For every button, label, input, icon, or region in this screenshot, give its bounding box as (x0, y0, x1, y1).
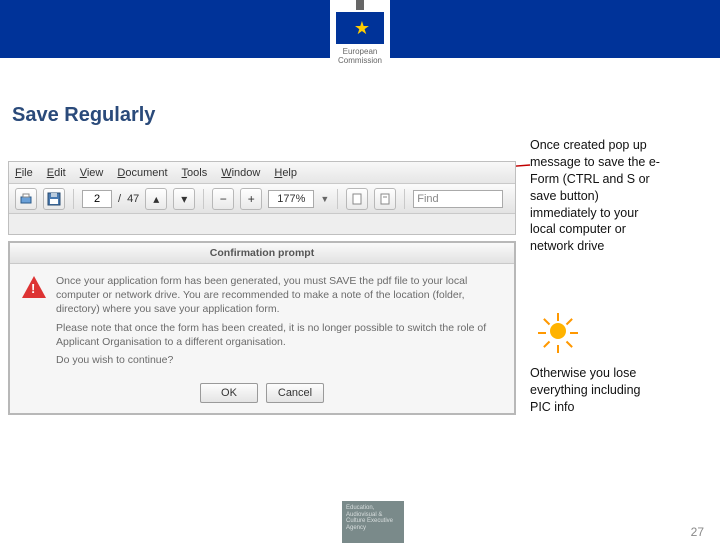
zoom-out-button[interactable]: − (212, 188, 234, 210)
zoom-field[interactable]: 177% (268, 190, 314, 208)
page-total: 47 (127, 193, 139, 205)
viewer-body (9, 214, 515, 234)
ok-button[interactable]: OK (200, 383, 258, 403)
dialog-body: Once your application form has been gene… (10, 264, 514, 377)
eu-flag-icon: ★ (336, 12, 384, 44)
warning-icon (22, 276, 46, 298)
tool-button-b[interactable] (374, 188, 396, 210)
page-title: Save Regularly (0, 90, 720, 133)
menubar: File Edit View Document Tools Window Hel… (9, 162, 515, 184)
page-sep: / (118, 193, 121, 205)
save-button[interactable] (43, 188, 65, 210)
menu-edit[interactable]: Edit (47, 167, 66, 179)
banner: ★ European Commission (0, 0, 720, 90)
dialog-buttons: OK Cancel (10, 377, 514, 413)
flag-top-bar (356, 0, 364, 10)
toolbar-separator (404, 189, 405, 209)
idea-icon (538, 313, 578, 353)
menu-tools[interactable]: Tools (182, 167, 208, 179)
print-button[interactable] (15, 188, 37, 210)
zoom-dropdown-icon[interactable]: ▼ (320, 194, 329, 204)
toolbar-separator (203, 189, 204, 209)
dialog-line1: Once your application form has been gene… (56, 274, 502, 317)
arrow-up-icon: ▴ (153, 192, 159, 206)
toolbar-separator (73, 189, 74, 209)
ec-label-line2: Commission (338, 56, 382, 65)
menu-view[interactable]: View (80, 167, 104, 179)
cancel-button[interactable]: Cancel (266, 383, 324, 403)
prev-page-button[interactable]: ▴ (145, 188, 167, 210)
page-number: 27 (691, 525, 704, 539)
page-icon (351, 193, 363, 205)
ec-label: European Commission (330, 48, 390, 66)
dialog-line3: Do you wish to continue? (56, 353, 502, 367)
floppy-icon (47, 192, 61, 206)
menu-document[interactable]: Document (117, 167, 167, 179)
agency-logo: Education, Audiovisual & Culture Executi… (342, 501, 404, 543)
minus-icon: − (220, 192, 227, 206)
dialog-line2: Please note that once the form has been … (56, 321, 502, 349)
menu-window[interactable]: Window (221, 167, 260, 179)
content-area: File Edit View Document Tools Window Hel… (0, 133, 720, 553)
lightbulb-icon (550, 323, 566, 339)
ec-logo: ★ European Commission (330, 0, 390, 90)
menu-file[interactable]: File (15, 167, 33, 179)
right-para-2: Otherwise you lose everything including … (530, 365, 660, 416)
zoom-in-button[interactable]: + (240, 188, 262, 210)
printer-icon (19, 192, 33, 206)
dialog-title: Confirmation prompt (10, 243, 514, 264)
confirmation-dialog: Confirmation prompt Once your applicatio… (8, 241, 516, 415)
pdf-viewer: File Edit View Document Tools Window Hel… (8, 161, 516, 235)
right-column: Once created pop up message to save the … (530, 137, 660, 416)
toolbar: / 47 ▴ ▾ − + 177% ▼ Find (9, 184, 515, 214)
next-page-button[interactable]: ▾ (173, 188, 195, 210)
find-input[interactable]: Find (413, 190, 503, 208)
page-current-input[interactable] (82, 190, 112, 208)
ec-label-line1: European (343, 47, 378, 56)
page-icon (379, 193, 391, 205)
menu-help[interactable]: Help (274, 167, 297, 179)
arrow-down-icon: ▾ (181, 192, 187, 206)
dialog-text: Once your application form has been gene… (56, 274, 502, 371)
right-para-1: Once created pop up message to save the … (530, 137, 660, 255)
tool-button-a[interactable] (346, 188, 368, 210)
plus-icon: + (248, 192, 255, 206)
toolbar-separator (337, 189, 338, 209)
